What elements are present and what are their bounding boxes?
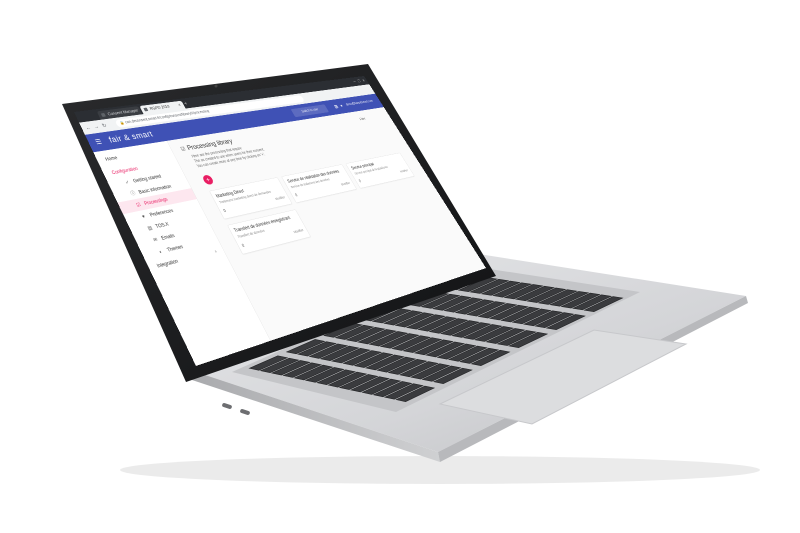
card-edit-button[interactable]: Modifier [340, 181, 350, 186]
card-count: 0 [241, 243, 246, 249]
user-email[interactable]: demo@fairandsmart.com [345, 99, 374, 106]
processing-card[interactable]: Service principal Service principal de l… [345, 152, 415, 189]
laptop-scene: Consent Manager ✕ RGPD 2019 CONSENTEMENT… [62, 64, 760, 484]
heart-icon: ♥ [140, 213, 146, 220]
browser-window: Consent Manager ✕ RGPD 2019 CONSENTEMENT… [74, 76, 487, 366]
add-processing-button[interactable]: + [201, 174, 215, 186]
chevron-right-icon: › [213, 248, 218, 255]
switch-user-label: Switch to user [300, 107, 320, 114]
back-icon[interactable]: ← [84, 124, 92, 130]
card-count: 0 [358, 179, 362, 184]
favicon-icon [143, 107, 149, 112]
maximize-icon[interactable]: ☐ [357, 79, 362, 83]
close-window-icon[interactable]: ✕ [361, 78, 366, 82]
account-icon[interactable]: ● [339, 103, 344, 108]
reload-icon[interactable]: ↻ [101, 122, 108, 129]
check-icon: ✓ [124, 179, 131, 186]
mail-icon: ✉ [152, 236, 159, 243]
card-count: 0 [294, 193, 299, 198]
filter-select[interactable]: Filter [359, 117, 366, 121]
card-count: 0 [222, 208, 227, 214]
brand-logo: fair & smart [107, 129, 155, 145]
checkbox-icon: ☑ [179, 145, 187, 152]
palette-icon: ◐ [157, 248, 164, 255]
forward-icon[interactable]: → [92, 123, 100, 129]
menu-icon[interactable]: ☰ [94, 138, 104, 146]
minimize-icon[interactable]: — [351, 80, 356, 84]
switch-user-button[interactable]: Switch to user [290, 104, 330, 118]
processing-card[interactable]: Service de réalisation des données Servi… [281, 164, 357, 203]
processing-card[interactable]: Transfert de données enregistrant Transf… [227, 209, 311, 255]
checkbox-icon: ☑ [135, 201, 142, 208]
card-edit-button[interactable]: Modifier [274, 195, 285, 201]
favicon-icon [100, 113, 106, 117]
sidebar-item-home[interactable]: Home [104, 155, 118, 162]
apps-icon[interactable]: ▦ [333, 104, 339, 109]
card-edit-button[interactable]: Modifier [293, 228, 304, 234]
display: Consent Manager ✕ RGPD 2019 CONSENTEMENT… [74, 76, 487, 366]
card-edit-button[interactable]: Modifier [399, 169, 408, 174]
